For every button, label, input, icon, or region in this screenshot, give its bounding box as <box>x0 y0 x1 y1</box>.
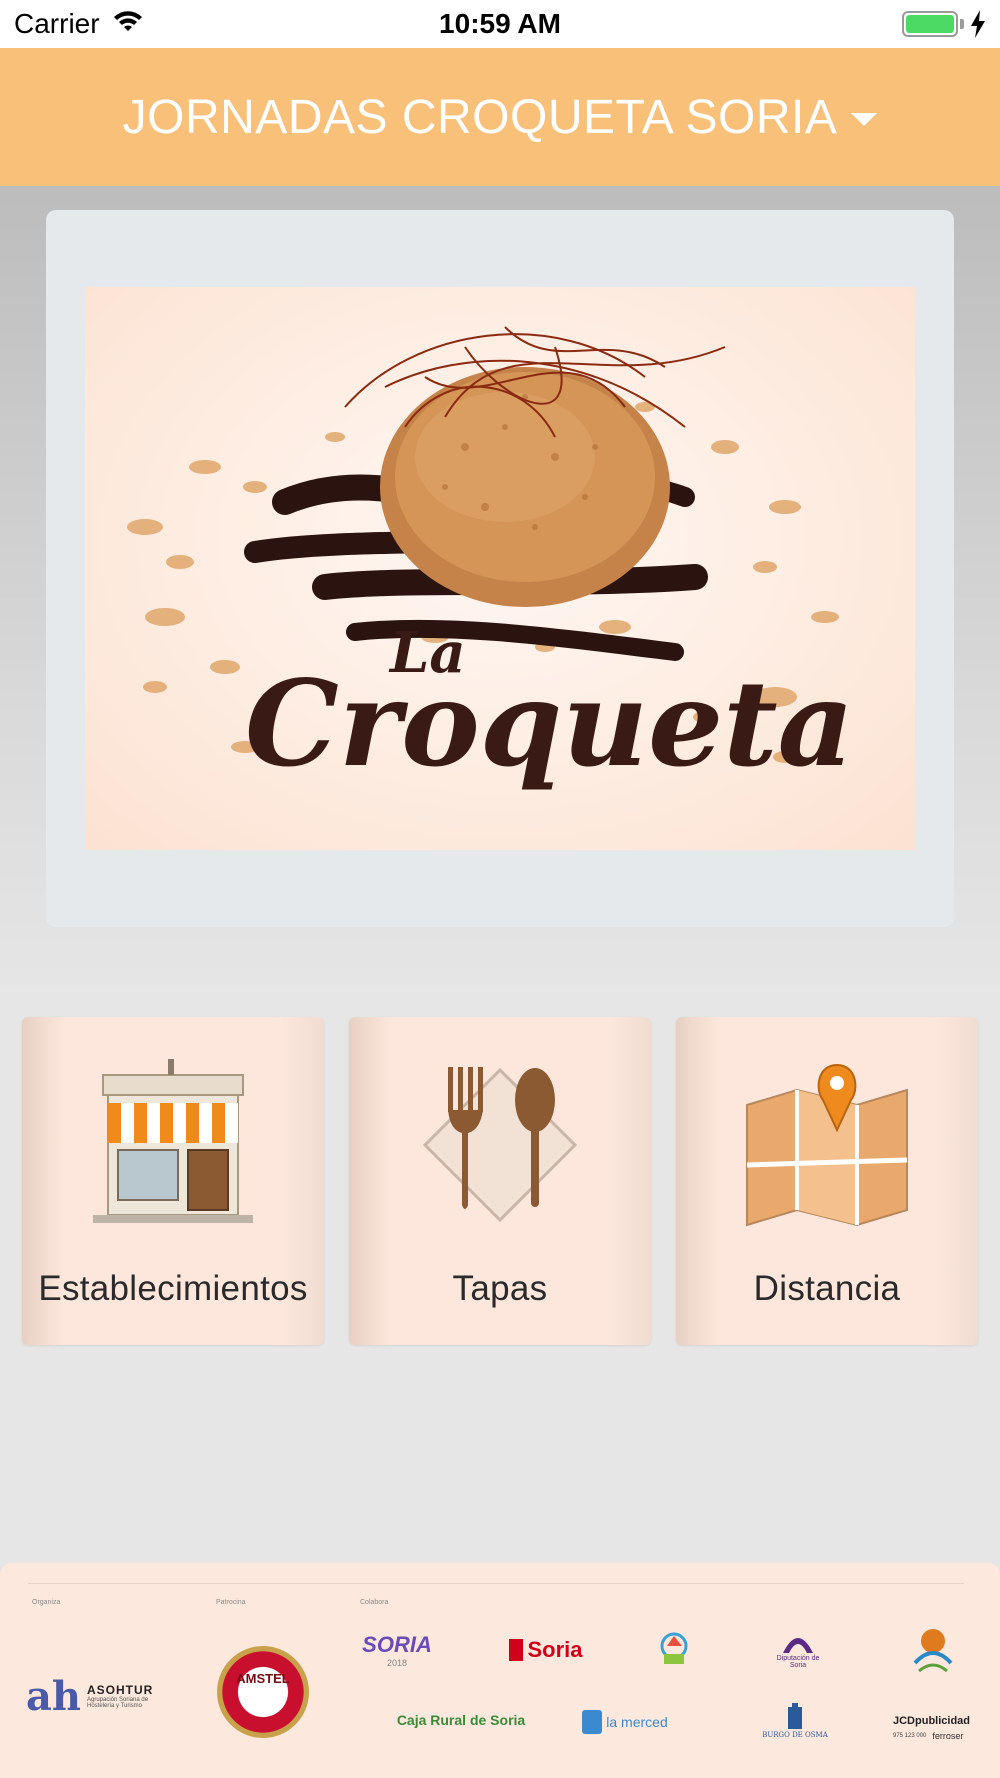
map-pin-icon <box>676 1045 978 1245</box>
tile-label-distancia: Distancia <box>753 1269 901 1308</box>
jcd-phone: 975 123 000 <box>893 1733 927 1739</box>
nav-bar: JORNADAS CROQUETA SORIA <box>0 48 1000 186</box>
burgo-osma-name: BURGO DE OSMA <box>762 1731 828 1739</box>
tile-distancia[interactable]: Distancia <box>676 1017 978 1345</box>
status-bar: Carrier 10:59 AM <box>0 0 1000 48</box>
caret-down-icon <box>851 112 878 126</box>
label-organiza: Organiza <box>32 1599 61 1606</box>
event-selector-dropdown[interactable]: JORNADAS CROQUETA SORIA <box>123 90 878 145</box>
caja-rural-logo: Caja Rural de Soria <box>397 1700 525 1740</box>
ayto-soria-name: Soria <box>527 1637 583 1662</box>
nav-title: JORNADAS CROQUETA SORIA <box>122 90 838 144</box>
soria-emblem-logo <box>652 1628 697 1673</box>
amstel-name: AMSTEL <box>236 1671 290 1686</box>
tile-tapas[interactable]: Tapas <box>349 1017 651 1345</box>
status-left: Carrier <box>14 8 144 40</box>
croqueta-banner-image: La Croqueta <box>85 287 915 850</box>
footer-divider <box>28 1583 964 1584</box>
ayuntamiento-soria-logo: Soria <box>503 1635 589 1665</box>
soria-tourism-logo <box>905 1623 961 1679</box>
jcd-name: JCDpublicidad <box>893 1715 971 1727</box>
diputacion-soria-logo: Diputación de Soria <box>762 1623 834 1675</box>
label-colabora: Colabora <box>360 1599 389 1606</box>
amstel-logo: AMSTEL CERVEZA <box>217 1646 309 1738</box>
ferroser-name: ferroser <box>932 1731 964 1741</box>
diputacion-name: Diputación de Soria <box>776 1655 820 1669</box>
battery-charging-icon <box>902 10 986 38</box>
tile-label-tapas: Tapas <box>452 1269 548 1308</box>
banner-title-large: Croqueta <box>245 654 854 793</box>
amstel-subtitle: CERVEZA <box>246 1700 280 1707</box>
tile-establecimientos[interactable]: Establecimientos <box>22 1017 324 1345</box>
banner-card: La Croqueta <box>46 210 954 927</box>
burgo-osma-logo: BURGO DE OSMA <box>754 1693 836 1749</box>
jcd-publicidad-logo: JCDpublicidad 975 123 000 ferroser <box>893 1708 973 1748</box>
wifi-icon <box>112 8 144 40</box>
soria-gastro-year: 2018 <box>386 1658 408 1668</box>
croqueta-illustration: La Croqueta <box>127 326 854 793</box>
soria-gastro-name: SORIA <box>362 1632 432 1657</box>
la-merced-name: la merced <box>606 1714 668 1730</box>
storefront-icon <box>22 1045 324 1245</box>
sponsors-footer: Organiza Patrocina Colabora ah ASOHTUR A… <box>0 1563 1000 1778</box>
caja-rural-name: Caja Rural de Soria <box>396 1712 526 1728</box>
carrier-label: Carrier <box>14 8 100 39</box>
label-patrocina: Patrocina <box>216 1599 246 1606</box>
soria-gastronomica-logo: SORIA 2018 <box>362 1625 432 1675</box>
tile-label-establecimientos: Establecimientos <box>38 1269 308 1308</box>
menu-tiles: Establecimientos Tapas Distancia <box>22 1017 978 1345</box>
asohtur-name: ASOHTUR <box>87 1683 154 1697</box>
la-merced-logo: la merced <box>581 1705 669 1739</box>
charging-bolt-icon <box>971 10 985 38</box>
fork-spoon-icon <box>349 1045 651 1245</box>
asohtur-subtitle: Agrupación Soriana de Hostelería y Turis… <box>87 1697 149 1709</box>
asohtur-logo: ah ASOHTUR Agrupación Soriana de Hostele… <box>26 1668 156 1724</box>
status-time: 10:59 AM <box>439 8 561 39</box>
